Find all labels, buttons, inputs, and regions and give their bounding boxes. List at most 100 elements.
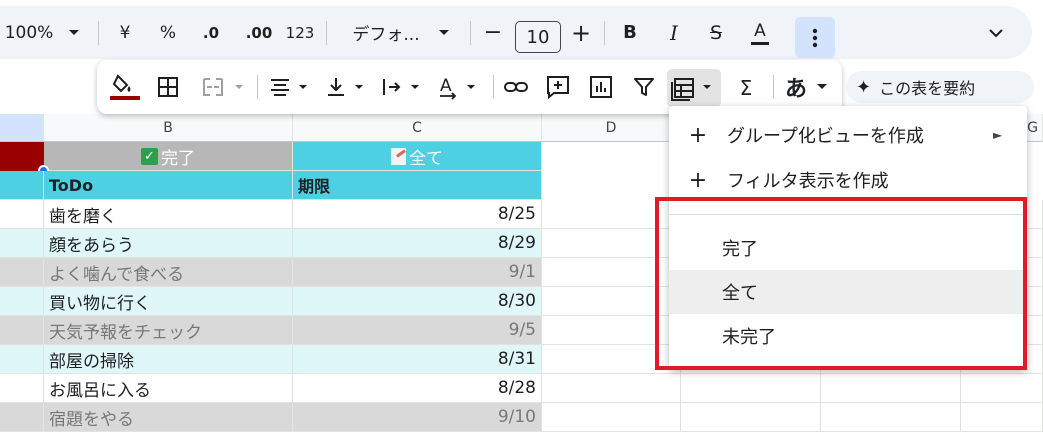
vertical-align-button[interactable] <box>325 76 369 100</box>
strike-label: S <box>709 21 723 44</box>
percent-button[interactable]: % <box>153 6 183 59</box>
borders-button[interactable] <box>157 76 181 100</box>
comment-add-icon <box>547 76 569 100</box>
empty-cell[interactable] <box>961 403 1043 432</box>
empty-cell[interactable] <box>821 374 961 403</box>
text-wrap-button[interactable] <box>381 76 425 100</box>
task-cell[interactable]: 天気予報をチェック <box>44 316 293 345</box>
filter-button[interactable] <box>633 76 659 100</box>
fill-color-button[interactable] <box>109 72 141 102</box>
kana-label: あ <box>785 77 808 102</box>
column-d-label: D <box>605 119 617 136</box>
row-header-cell[interactable] <box>0 374 44 403</box>
date-cell[interactable]: 8/30 <box>293 287 542 316</box>
date-cell[interactable]: 9/1 <box>293 258 542 287</box>
font-family-value: デフォ... <box>352 25 420 45</box>
font-size-input[interactable]: 10 <box>515 21 561 53</box>
increase-decimal-button[interactable]: .00 <box>240 6 278 59</box>
separator <box>98 21 99 45</box>
todo-header-label: ToDo <box>49 175 94 195</box>
font-family-select[interactable]: デフォ... <box>344 6 428 59</box>
bold-button[interactable]: B <box>616 6 644 59</box>
date-cell[interactable]: 8/31 <box>293 345 542 374</box>
currency-label: ¥ <box>119 22 131 43</box>
insert-comment-button[interactable] <box>545 74 571 100</box>
text-color-swatch <box>751 41 769 45</box>
menu-item-create-group-view[interactable]: + グループ化ビューを作成 ► <box>669 117 1027 153</box>
task-cell[interactable]: 顔をあらう <box>44 229 293 258</box>
row-header-cell[interactable] <box>0 316 44 345</box>
filter-views-button[interactable] <box>667 69 721 107</box>
font-size-decrease-button[interactable]: − <box>480 6 506 59</box>
input-tools-button[interactable]: あ <box>785 72 837 102</box>
selected-cell[interactable] <box>0 142 44 171</box>
functions-button[interactable]: Σ <box>735 75 757 101</box>
text-color-label: A <box>754 20 766 41</box>
column-header-d[interactable]: D <box>542 114 681 142</box>
plus-label: + <box>570 18 592 47</box>
insert-chart-button[interactable] <box>589 75 615 101</box>
column-header-c[interactable]: C <box>293 114 542 142</box>
summarize-table-button[interactable]: ✦ この表を要約 <box>846 71 1034 103</box>
task-cell[interactable]: 歯を磨く <box>44 200 293 229</box>
date-cell[interactable]: 8/28 <box>293 374 542 403</box>
insert-link-button[interactable] <box>503 76 529 100</box>
row-header-cell[interactable] <box>0 200 44 229</box>
date-cell[interactable]: 9/10 <box>293 403 542 432</box>
align-bottom-icon <box>328 78 363 96</box>
strikethrough-button[interactable]: S <box>702 6 730 59</box>
task-cell[interactable]: 買い物に行く <box>44 287 293 316</box>
empty-cell[interactable] <box>681 374 821 403</box>
number-format-label: 123 <box>285 23 315 42</box>
header-cell-deadline[interactable]: 期限 <box>293 171 542 200</box>
row-header-cell[interactable] <box>0 258 44 287</box>
date-cell[interactable]: 8/29 <box>293 229 542 258</box>
row-header-cell[interactable] <box>0 287 44 316</box>
column-g-label: G <box>1027 119 1038 136</box>
zoom-select[interactable]: 100% <box>0 6 58 59</box>
empty-cell[interactable] <box>542 374 681 403</box>
summarize-table-label: この表を要約 <box>879 79 976 98</box>
merge-icon <box>203 78 243 96</box>
date-cell[interactable]: 8/25 <box>293 200 542 229</box>
percent-label: % <box>159 22 177 43</box>
currency-button[interactable]: ¥ <box>110 6 140 59</box>
collapse-toolbar-button[interactable] <box>982 6 1010 59</box>
menu-item-create-filter-view[interactable]: + フィルタ表示を作成 <box>669 162 1027 198</box>
text-rotation-button[interactable]: A <box>437 74 481 100</box>
check-icon: ✓ <box>141 147 158 165</box>
zoom-dropdown-icon[interactable] <box>62 6 86 59</box>
empty-cell[interactable] <box>681 403 821 432</box>
column-header-b[interactable]: B <box>44 114 293 142</box>
task-cell[interactable]: 宿題をやる <box>44 403 293 432</box>
horizontal-align-button[interactable] <box>269 76 313 100</box>
font-dropdown-icon[interactable] <box>432 6 456 59</box>
text-color-button[interactable]: A <box>746 6 774 59</box>
row-header-cell[interactable] <box>0 229 44 258</box>
task-cell[interactable]: 部屋の掃除 <box>44 345 293 374</box>
sparkle-icon: ✦ <box>856 76 872 98</box>
separator <box>604 21 605 45</box>
decrease-decimal-button[interactable]: .0 <box>194 6 228 59</box>
column-header-a[interactable] <box>0 114 44 142</box>
empty-cell[interactable] <box>542 403 681 432</box>
header-cell-todo[interactable]: ToDo <box>44 171 293 200</box>
date-cell[interactable]: 9/5 <box>293 316 542 345</box>
link-icon <box>504 82 528 92</box>
empty-cell[interactable] <box>961 374 1043 403</box>
all-chip-cell[interactable]: 全て <box>293 142 542 171</box>
empty-cell[interactable] <box>821 403 961 432</box>
row-header-cell[interactable] <box>0 345 44 374</box>
more-options-button[interactable] <box>795 17 835 58</box>
number-format-button[interactable]: 123 <box>284 6 316 59</box>
italic-button[interactable]: I <box>660 6 688 59</box>
header-cell-a[interactable] <box>0 171 44 200</box>
create-filter-view-label: フィルタ表示を作成 <box>727 171 889 192</box>
task-cell[interactable]: よく噛んで食べる <box>44 258 293 287</box>
row-header-cell[interactable] <box>0 403 44 432</box>
paint-bucket-icon <box>110 74 140 100</box>
done-chip-cell[interactable]: ✓ 完了 <box>44 142 293 171</box>
task-cell[interactable]: お風呂に入る <box>44 374 293 403</box>
font-size-increase-button[interactable]: + <box>568 6 594 59</box>
merge-cells-button[interactable] <box>201 76 247 100</box>
